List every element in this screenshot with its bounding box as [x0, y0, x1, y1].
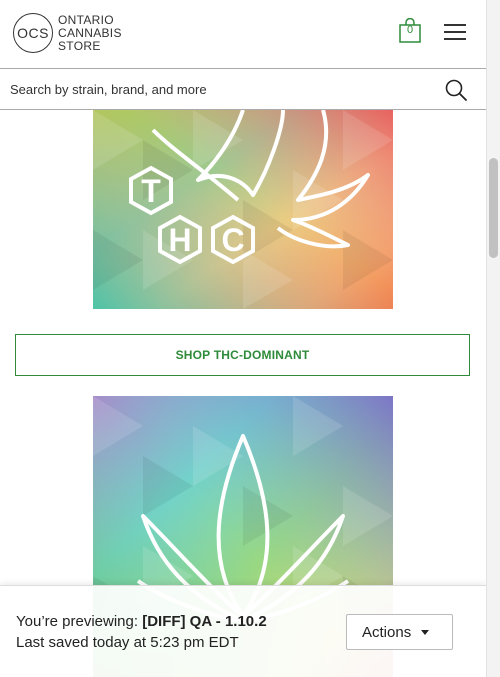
cart-count: 0 — [406, 24, 414, 36]
thc-letter-h: H — [168, 222, 191, 258]
logo-line-1: ONTARIO — [58, 12, 114, 27]
logo-wordmark: ONTARIO CANNABIS STORE — [58, 12, 122, 53]
ocs-logo[interactable]: OCS ONTARIO CANNABIS STORE — [13, 13, 122, 53]
preview-version: [DIFF] QA - 1.10.2 — [142, 613, 267, 630]
cart-button[interactable]: 0 — [398, 17, 422, 44]
thc-letter-t: T — [141, 173, 161, 209]
last-saved-text: Last saved today at 5:23 pm EDT — [16, 634, 239, 651]
page-scrollbar[interactable] — [486, 0, 500, 677]
search-input[interactable] — [10, 78, 430, 100]
search-bar — [0, 68, 486, 110]
actions-label: Actions — [362, 623, 412, 641]
logo-initials: OCS — [13, 13, 53, 53]
preview-prefix: You’re previewing: — [16, 613, 143, 630]
menu-button[interactable] — [444, 24, 466, 42]
thc-letter-c: C — [221, 222, 244, 258]
preview-status: You’re previewing: [DIFF] QA - 1.10.2 — [16, 613, 267, 630]
actions-dropdown-button[interactable]: Actions — [346, 614, 453, 650]
site-header: OCS ONTARIO CANNABIS STORE 0 — [0, 0, 486, 68]
thc-dominant-banner[interactable]: T H C — [93, 110, 393, 309]
shop-thc-dominant-button[interactable]: SHOP THC-DOMINANT — [15, 334, 470, 376]
page: OCS ONTARIO CANNABIS STORE 0 Search by s… — [0, 0, 486, 677]
hamburger-menu-icon — [444, 24, 466, 40]
scrollbar-thumb[interactable] — [489, 158, 498, 258]
caret-down-icon — [421, 629, 430, 635]
thc-banner-graphic: T H C — [93, 110, 393, 309]
logo-line-3: STORE — [58, 38, 101, 53]
search-icon[interactable] — [444, 78, 468, 102]
logo-line-2: CANNABIS — [58, 25, 122, 40]
preview-bar: You’re previewing: [DIFF] QA - 1.10.2 La… — [0, 585, 486, 677]
